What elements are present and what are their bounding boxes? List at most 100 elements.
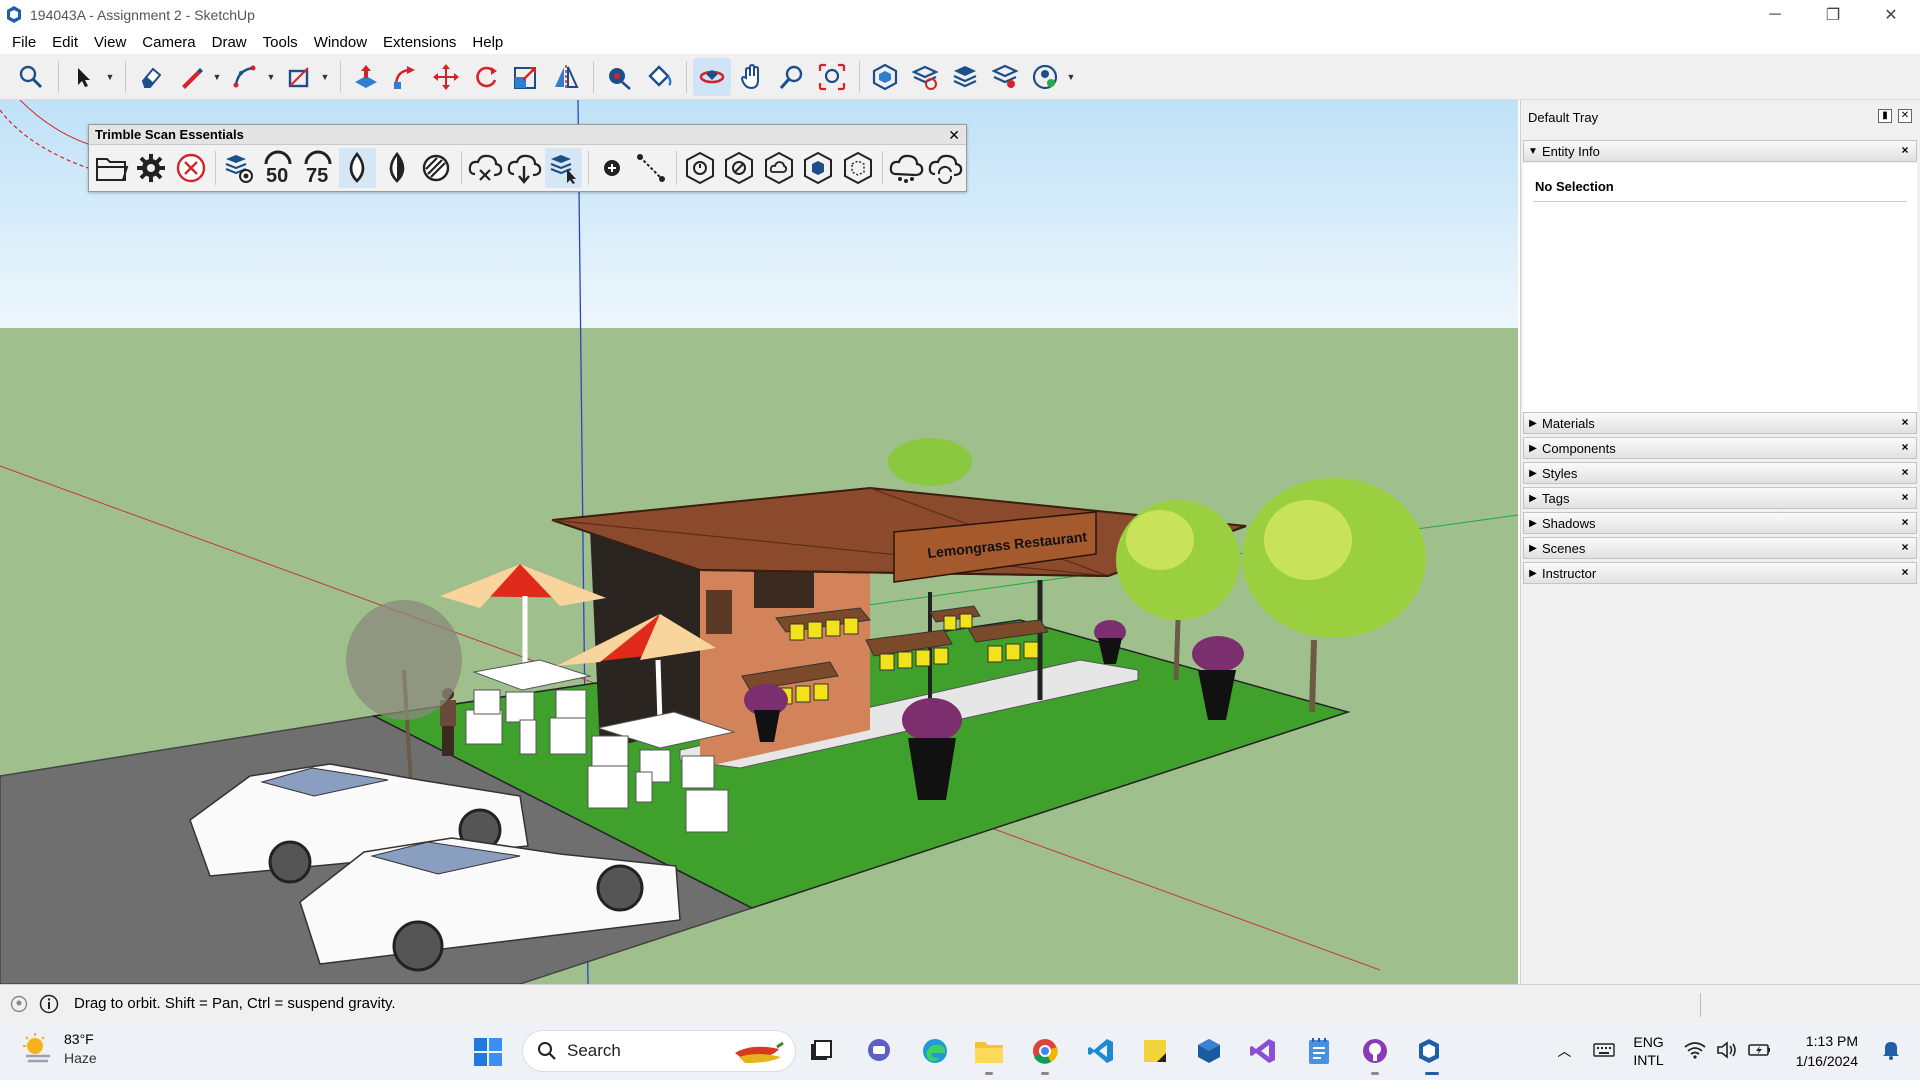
- panel-shadows[interactable]: ▶ Shadows ×: [1523, 512, 1917, 534]
- 3d-warehouse-icon[interactable]: [866, 58, 904, 96]
- follow-me-icon[interactable]: [387, 58, 425, 96]
- account-dropdown-icon[interactable]: ▼: [1066, 58, 1076, 96]
- minimize-button[interactable]: ─: [1746, 0, 1804, 30]
- notepad-icon[interactable]: [1302, 1034, 1336, 1068]
- menu-view[interactable]: View: [86, 34, 134, 51]
- select-tool-icon[interactable]: [65, 58, 103, 96]
- keyboard-icon[interactable]: [1593, 1042, 1616, 1061]
- menu-edit[interactable]: Edit: [44, 34, 86, 51]
- weather-widget[interactable]: 83°F Haze: [20, 1030, 97, 1068]
- rectangle-tool-icon[interactable]: [280, 58, 318, 96]
- panel-components[interactable]: ▶ Components ×: [1523, 437, 1917, 459]
- panel-instructor[interactable]: ▶ Instructor ×: [1523, 562, 1917, 584]
- contrast-icon[interactable]: [378, 148, 415, 188]
- arc-dropdown-icon[interactable]: ▼: [266, 58, 276, 96]
- panel-materials[interactable]: ▶ Materials ×: [1523, 412, 1917, 434]
- orbit-tool-icon[interactable]: [693, 57, 731, 96]
- pan-tool-icon[interactable]: [733, 58, 771, 96]
- battery-charging-icon[interactable]: [1747, 1042, 1772, 1061]
- rectangle-dropdown-icon[interactable]: ▼: [320, 58, 330, 96]
- show-hidden-icons-chevron-icon[interactable]: ︿: [1549, 1041, 1579, 1061]
- sticky-notes-icon[interactable]: [1138, 1034, 1172, 1068]
- line-tool-icon[interactable]: [172, 58, 210, 96]
- taskbar-search-input[interactable]: Search: [522, 1030, 796, 1072]
- menu-tools[interactable]: Tools: [255, 34, 306, 51]
- panel-close-icon[interactable]: ×: [1898, 541, 1912, 555]
- density-50-icon[interactable]: 50: [260, 148, 297, 188]
- panel-entity-info[interactable]: ▼ Entity Info ×: [1523, 140, 1917, 162]
- panel-close-icon[interactable]: ×: [1898, 566, 1912, 580]
- vscode-icon[interactable]: [1084, 1034, 1118, 1068]
- account-icon[interactable]: [1026, 58, 1064, 96]
- sketchup-taskbar-icon[interactable]: [1412, 1034, 1446, 1068]
- virtualbox-icon[interactable]: [1192, 1034, 1226, 1068]
- cloud-remove-icon[interactable]: [466, 148, 503, 188]
- extension-manager-icon[interactable]: [986, 58, 1024, 96]
- panel-close-icon[interactable]: ×: [1898, 466, 1912, 480]
- extension-warehouse-icon[interactable]: [906, 58, 944, 96]
- eraser-icon[interactable]: [132, 58, 170, 96]
- folder-open-icon[interactable]: [93, 148, 130, 188]
- tray-pin-icon[interactable]: ▮: [1878, 109, 1892, 123]
- menu-help[interactable]: Help: [464, 34, 511, 51]
- hex-cube-icon[interactable]: [799, 148, 836, 188]
- wifi-icon[interactable]: [1684, 1041, 1706, 1062]
- arc-tool-icon[interactable]: [226, 58, 264, 96]
- chrome-browser-icon[interactable]: [1028, 1034, 1062, 1068]
- rotate-tool-icon[interactable]: [467, 58, 505, 96]
- visual-studio-icon[interactable]: [1246, 1034, 1280, 1068]
- hex-cloud-icon[interactable]: [760, 148, 797, 188]
- menu-camera[interactable]: Camera: [134, 34, 203, 51]
- panel-tags[interactable]: ▶ Tags ×: [1523, 487, 1917, 509]
- notification-bell-icon[interactable]: [1882, 1040, 1900, 1063]
- point-size-icon[interactable]: [338, 148, 377, 188]
- scan-layers-cursor-icon[interactable]: [544, 148, 583, 188]
- file-explorer-icon[interactable]: [972, 1034, 1006, 1068]
- panel-close-icon[interactable]: ×: [1898, 441, 1912, 455]
- paint-bucket-icon[interactable]: [640, 58, 678, 96]
- clock[interactable]: 1:13 PM 1/16/2024: [1796, 1031, 1858, 1071]
- hex-no-icon[interactable]: [721, 148, 758, 188]
- panel-styles[interactable]: ▶ Styles ×: [1523, 462, 1917, 484]
- cloud-nodes-icon[interactable]: [887, 148, 924, 188]
- tray-close-icon[interactable]: ✕: [1898, 109, 1912, 123]
- hex-history-icon[interactable]: [681, 148, 718, 188]
- add-point-icon[interactable]: [593, 148, 630, 188]
- zoom-extents-icon[interactable]: [813, 58, 851, 96]
- panel-close-icon[interactable]: ×: [1898, 516, 1912, 530]
- cloud-download-icon[interactable]: [505, 148, 542, 188]
- info-icon[interactable]: [38, 993, 60, 1015]
- point-to-point-line-icon[interactable]: [633, 148, 670, 188]
- tape-measure-icon[interactable]: [600, 58, 638, 96]
- measurements-box[interactable]: [1700, 993, 1918, 1017]
- geo-location-icon[interactable]: [8, 993, 30, 1015]
- panel-close-icon[interactable]: ×: [1898, 491, 1912, 505]
- panel-close-icon[interactable]: ×: [1898, 144, 1912, 158]
- menu-draw[interactable]: Draw: [204, 34, 255, 51]
- density-75-icon[interactable]: 75: [299, 148, 336, 188]
- github-desktop-icon[interactable]: [1358, 1034, 1392, 1068]
- restore-button[interactable]: ❐: [1804, 0, 1862, 30]
- task-view-icon[interactable]: [804, 1034, 838, 1068]
- scan-toolbar-close-button[interactable]: ✕: [948, 125, 960, 145]
- scan-visibility-icon[interactable]: [220, 148, 257, 188]
- language-indicator[interactable]: ENG INTL: [1633, 1033, 1663, 1069]
- panel-scenes[interactable]: ▶ Scenes ×: [1523, 537, 1917, 559]
- layout-icon[interactable]: [946, 58, 984, 96]
- teams-chat-icon[interactable]: [862, 1034, 896, 1068]
- select-dropdown-icon[interactable]: ▼: [105, 58, 115, 96]
- zoom-tool-icon[interactable]: [773, 58, 811, 96]
- windows-start-icon[interactable]: [472, 1036, 504, 1068]
- model-viewport[interactable]: Lemongrass Restaurant: [0, 100, 1518, 984]
- search-icon[interactable]: [12, 58, 50, 96]
- edge-browser-icon[interactable]: [918, 1034, 952, 1068]
- hex-wire-icon[interactable]: [839, 148, 876, 188]
- panel-close-icon[interactable]: ×: [1898, 416, 1912, 430]
- menu-window[interactable]: Window: [306, 34, 375, 51]
- hatch-style-icon[interactable]: [417, 148, 454, 188]
- settings-gear-icon[interactable]: [132, 148, 169, 188]
- push-pull-icon[interactable]: [347, 58, 385, 96]
- move-tool-icon[interactable]: [427, 58, 465, 96]
- scale-tool-icon[interactable]: [507, 58, 545, 96]
- menu-file[interactable]: File: [4, 34, 44, 51]
